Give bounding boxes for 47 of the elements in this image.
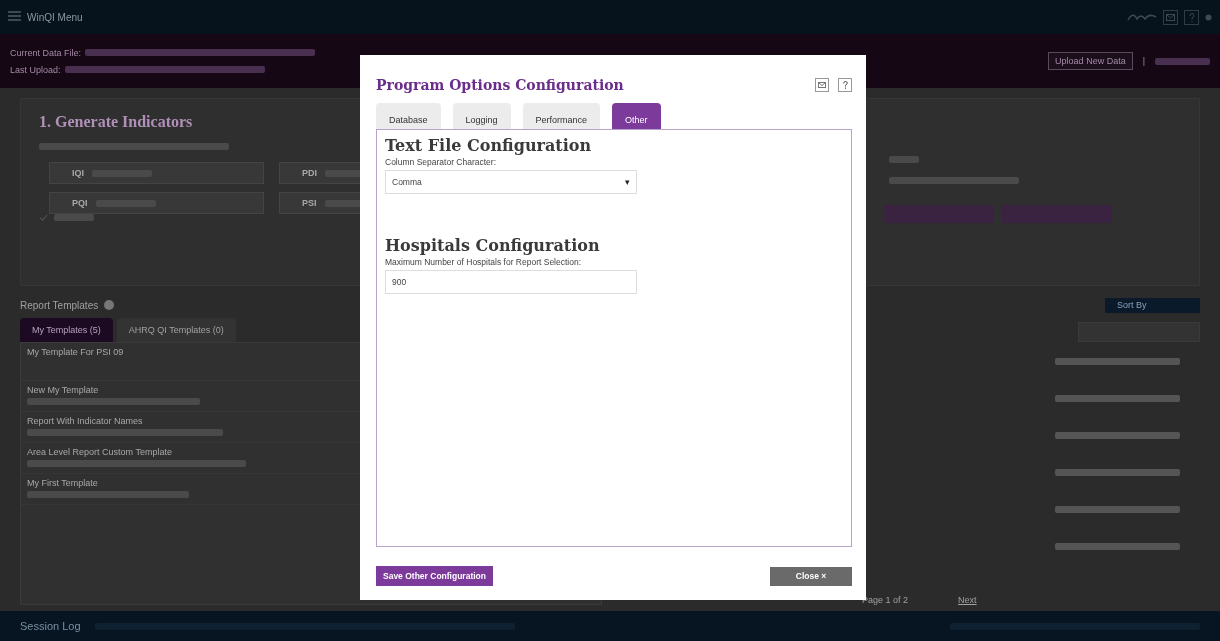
close-button[interactable]: Close × [770,566,852,586]
envelope-icon[interactable] [815,78,829,92]
template-name[interactable]: New My Template [27,385,99,395]
template-name[interactable]: Area Level Report Custom Template [27,447,172,457]
dialog-tab[interactable]: Other [612,103,661,129]
next-link[interactable]: Next [958,595,977,605]
blurred-text-bar [54,214,94,221]
template-tab[interactable]: My Templates (5) [20,318,113,342]
data-file-label: Current Data File: [10,47,82,58]
menu-label[interactable]: WinQI Menu [27,11,83,23]
caret-icon: ▾ [625,177,630,187]
section-heading: Hospitals Configuration [385,236,601,255]
save-button[interactable]: Save Other Configuration [376,566,493,586]
dialog-title: Program Options Configuration [376,77,625,93]
last-upload-label: Last Upload: [10,64,61,75]
blurred-text-bar [1155,57,1210,65]
dialog-tab[interactable]: Database [376,103,441,129]
module-code: PSI [302,198,317,208]
session-log-title: Session Log [20,620,81,632]
help-icon[interactable] [838,78,852,92]
blurred-text-bar [889,156,919,163]
template-name[interactable]: My Template For PSI 09 [27,347,124,357]
module-code: PQI [72,198,88,208]
help-icon[interactable] [1184,9,1199,25]
section-heading: Text File Configuration [385,136,593,155]
module-option[interactable]: IQI [49,162,264,184]
info-icon[interactable] [104,300,115,310]
field-label: Column Separator Character: [385,157,498,167]
template-name[interactable]: My First Template [27,478,98,488]
template-name[interactable]: Report With Indicator Names [27,416,143,426]
field-label: Maximum Number of Hospitals for Report Selection: [385,257,583,267]
check-icon [39,212,48,223]
dialog-tab[interactable]: Performance [522,103,601,129]
envelope-icon[interactable] [1163,9,1178,25]
section-title: Report Templates [20,299,99,311]
separator-dropdown[interactable]: Comma ▾ [385,170,637,194]
menu-icon[interactable] [8,11,21,23]
module-code: PDI [302,168,317,178]
module-option[interactable]: PQI [49,192,264,214]
upload-button[interactable]: Upload New Data [1048,52,1133,70]
sort-dropdown[interactable]: Sort By [1105,297,1200,313]
template-tab[interactable]: AHRQ QI Templates (0) [116,318,236,342]
hospitals-input-field[interactable]: 900 [385,270,637,294]
separator: | [1142,56,1145,66]
module-code: IQI [72,168,84,178]
panel-title: 1. Generate Indicators [39,113,193,131]
dialog-tab[interactable]: Logging [452,103,511,129]
